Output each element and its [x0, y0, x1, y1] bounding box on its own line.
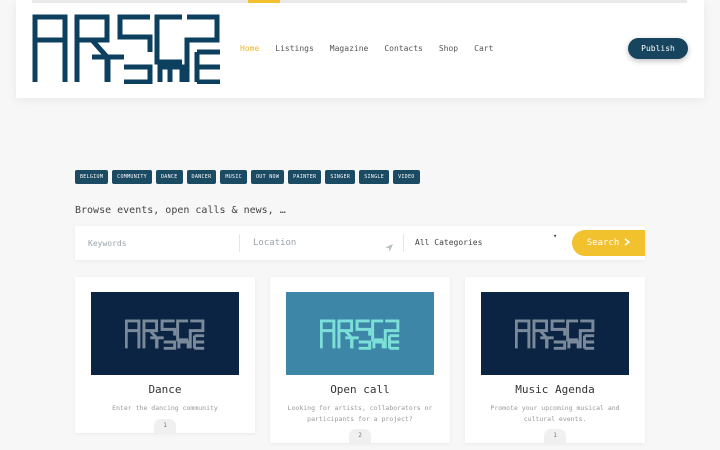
card-description: Looking for artists, collaborators or pa…	[287, 404, 433, 423]
tag-painter[interactable]: PAINTER	[288, 170, 322, 184]
nav-cart[interactable]: Cart	[474, 44, 493, 53]
nav-shop[interactable]: Shop	[439, 44, 458, 53]
search-button-label: Search	[586, 238, 620, 248]
card-image[interactable]	[91, 292, 239, 375]
card-title[interactable]: Dance	[75, 383, 255, 396]
browse-heading: Browse events, open calls & news, …	[75, 205, 286, 216]
tag-music[interactable]: MUSIC	[220, 170, 247, 184]
nav-magazine[interactable]: Magazine	[330, 44, 369, 53]
card-image[interactable]	[481, 292, 629, 375]
tag-dance[interactable]: DANCE	[155, 170, 183, 184]
tag-list: BELGIUM COMMUNITY DANCE DANCER MUSIC OUT…	[75, 170, 420, 184]
category-card-music-agenda[interactable]: Music Agenda Promote your upcoming music…	[465, 277, 645, 443]
header-active-accent	[248, 0, 280, 3]
nav-home[interactable]: Home	[240, 44, 259, 53]
site-header: Home Listings Magazine Contacts Shop Car…	[16, 0, 704, 98]
tag-video[interactable]: VIDEO	[393, 170, 420, 184]
card-title[interactable]: Open call	[270, 383, 450, 396]
card-title[interactable]: Music Agenda	[465, 383, 645, 396]
artscape-logo-small	[125, 318, 205, 350]
nav-listings[interactable]: Listings	[275, 44, 314, 53]
tag-community[interactable]: COMMUNITY	[112, 170, 152, 184]
chevron-right-icon	[624, 237, 631, 249]
card-image[interactable]	[286, 292, 434, 375]
location-field-wrap	[240, 226, 400, 260]
keywords-field-wrap	[75, 226, 239, 260]
chevron-down-icon[interactable]: ▾	[553, 232, 557, 240]
tag-belgium[interactable]: BELGIUM	[75, 170, 109, 184]
location-arrow-icon[interactable]	[384, 238, 394, 257]
artscape-logo-small	[320, 318, 400, 350]
tag-out-now[interactable]: OUT NOW	[250, 170, 285, 184]
category-card-dance[interactable]: Dance Enter the dancing community 1	[75, 277, 255, 433]
card-count-badge: 2	[349, 429, 371, 443]
category-select[interactable]: All Categories	[415, 226, 482, 260]
location-input[interactable]	[240, 226, 400, 260]
card-count-badge: 1	[154, 419, 176, 433]
artscape-logo[interactable]	[32, 12, 222, 88]
tag-single[interactable]: SINGLE	[359, 170, 390, 184]
search-bar: All Categories ▾ Search	[75, 226, 645, 260]
keywords-input[interactable]	[75, 226, 239, 260]
artscape-logo-small	[515, 318, 595, 350]
header-top-border	[32, 0, 687, 3]
tag-singer[interactable]: SINGER	[325, 170, 356, 184]
card-description: Enter the dancing community	[112, 404, 218, 412]
search-button[interactable]: Search	[572, 230, 645, 256]
nav-contacts[interactable]: Contacts	[384, 44, 423, 53]
category-card-open-call[interactable]: Open call Looking for artists, collabora…	[270, 277, 450, 443]
search-divider	[403, 234, 404, 252]
card-description: Promote your upcoming musical and cultur…	[490, 404, 620, 423]
main-nav: Home Listings Magazine Contacts Shop Car…	[240, 44, 493, 53]
card-count-badge: 1	[544, 429, 566, 443]
tag-dancer[interactable]: DANCER	[186, 170, 217, 184]
publish-button[interactable]: Publish	[628, 38, 688, 59]
